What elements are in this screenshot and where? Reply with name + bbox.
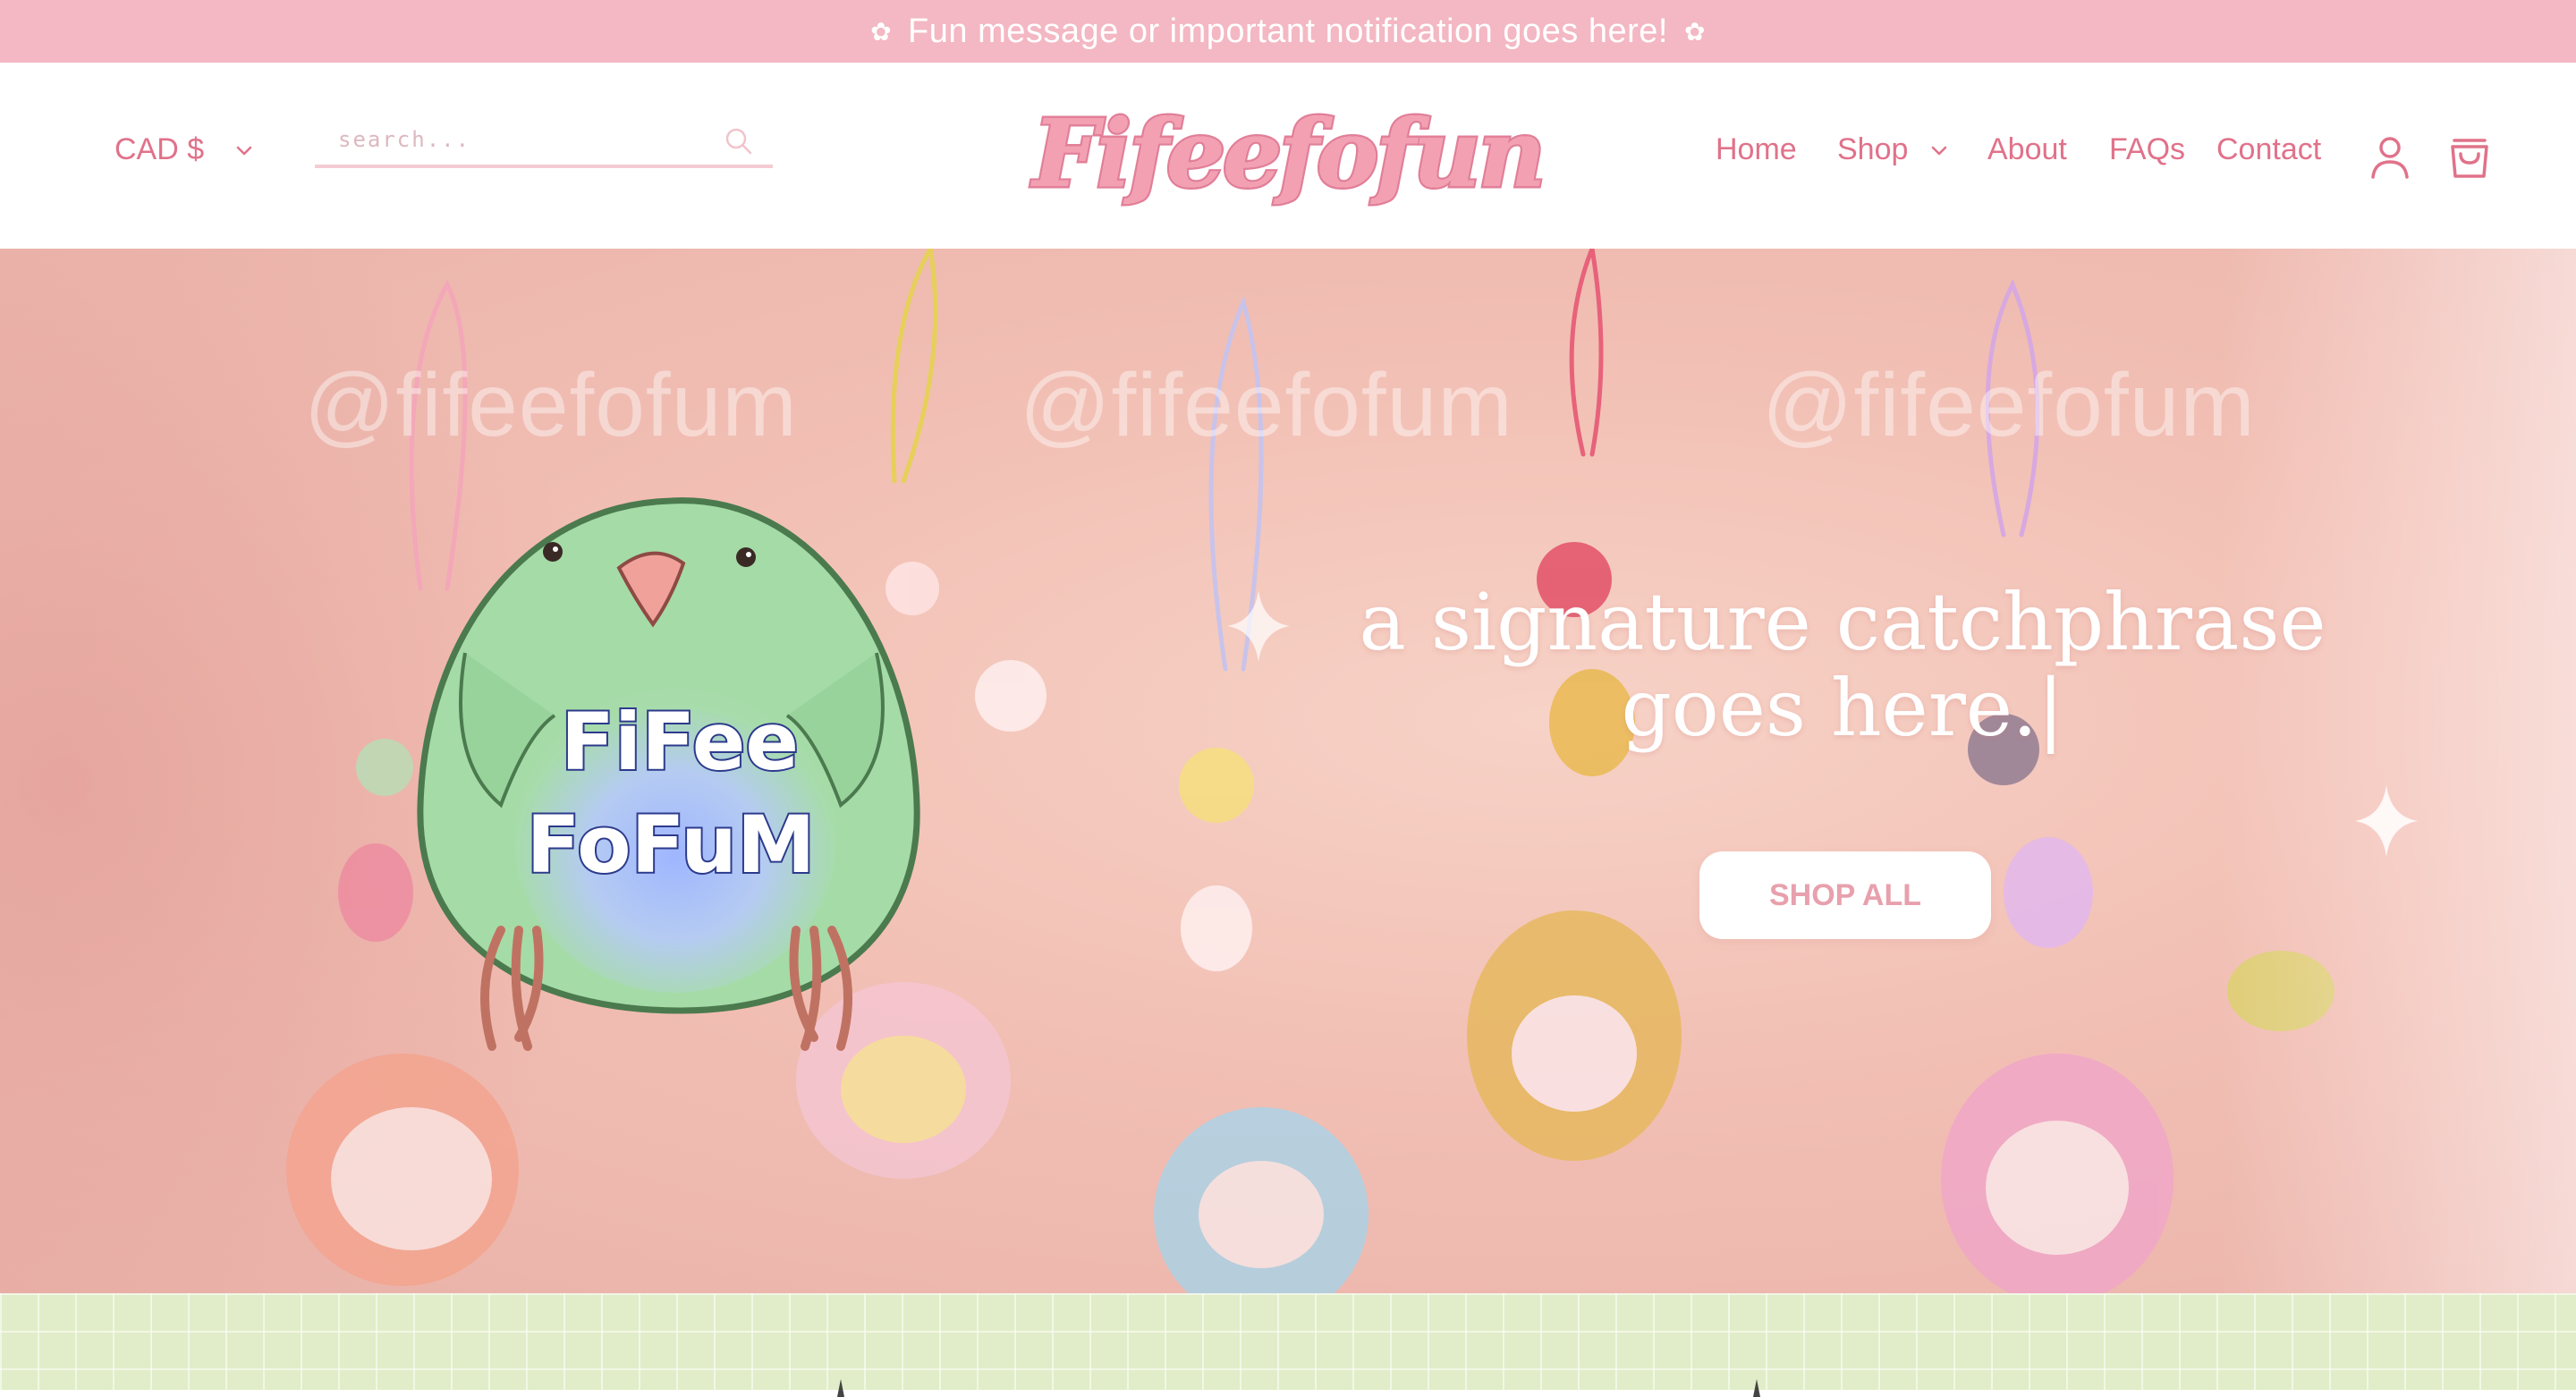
flower-icon: ✿ bbox=[1683, 17, 1706, 46]
nav-faqs-link[interactable]: FAQs bbox=[2109, 132, 2185, 167]
star-icon bbox=[837, 1379, 844, 1397]
flower-icon: ✿ bbox=[870, 17, 893, 46]
search-input[interactable] bbox=[336, 126, 716, 153]
nav-item-shop[interactable]: Shop bbox=[1837, 132, 1949, 167]
mascot-text-line1: FiFee bbox=[561, 696, 799, 788]
watermark-text: @fifeefofum bbox=[1762, 355, 2256, 455]
search-bar bbox=[315, 114, 773, 168]
chevron-down-icon bbox=[1932, 146, 1947, 155]
mascot-text-line2: FoFuM bbox=[527, 799, 816, 891]
cart-icon[interactable] bbox=[2447, 134, 2492, 181]
sparkle-icon bbox=[1227, 590, 1290, 662]
nav-shop-link[interactable]: Shop bbox=[1837, 132, 1908, 167]
nav-item-faqs[interactable]: FAQs bbox=[2109, 132, 2185, 167]
watermark-text: @fifeefofum bbox=[304, 355, 798, 455]
hero-highlight bbox=[2218, 249, 2576, 1293]
logo-text: Fifeefofun bbox=[1030, 96, 1547, 210]
hero-catchphrase: a signature catchphrase goes here.| bbox=[1359, 576, 2326, 754]
nav-home-link[interactable]: Home bbox=[1716, 132, 1797, 167]
currency-selector[interactable]: CAD $ bbox=[114, 132, 254, 167]
watermark-text: @fifeefofum bbox=[1020, 355, 1513, 455]
site-logo[interactable]: Fifeefofun bbox=[1030, 96, 1547, 210]
shop-all-button[interactable]: SHOP ALL bbox=[1699, 851, 1991, 939]
nav-item-about[interactable]: About bbox=[1987, 132, 2067, 167]
hero-banner: @fifeefofum @fifeefofum @fifeefofum FiFe… bbox=[0, 249, 2576, 1293]
search-icon[interactable] bbox=[723, 125, 755, 157]
mascot-bird-logo: FiFee FoFuM bbox=[417, 497, 920, 1051]
currency-label: CAD $ bbox=[114, 132, 205, 166]
nav-about-link[interactable]: About bbox=[1987, 132, 2067, 167]
site-header: CAD $ Fifeefofun Home Shop About FAQs Co… bbox=[0, 63, 2576, 249]
sparkle-icon bbox=[2355, 785, 2418, 857]
nav-item-contact[interactable]: Contact bbox=[2216, 132, 2321, 167]
grid-pattern-section bbox=[0, 1293, 2576, 1397]
account-icon[interactable] bbox=[2368, 134, 2411, 181]
nav-item-home[interactable]: Home bbox=[1716, 132, 1797, 167]
announcement-bar: ✿ Fun message or important notification … bbox=[0, 0, 2576, 63]
chevron-down-icon bbox=[236, 146, 252, 155]
nav-contact-link[interactable]: Contact bbox=[2216, 132, 2321, 167]
star-icon bbox=[1753, 1379, 1760, 1397]
announcement-text: Fun message or important notification go… bbox=[908, 12, 1668, 50]
